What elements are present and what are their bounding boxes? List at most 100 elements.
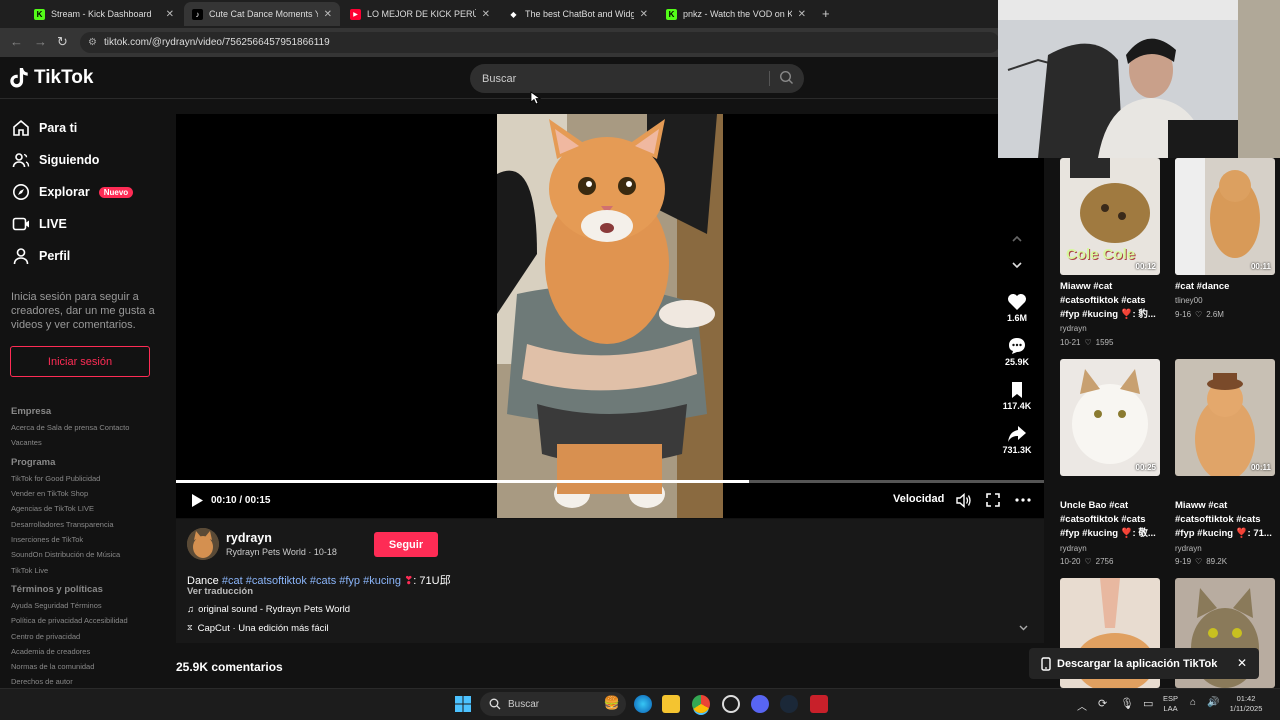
search-highlight-icon: 🍔: [603, 695, 620, 710]
footer-empresa-links[interactable]: Acerca de Sala de prensa Contacto: [11, 423, 129, 432]
thumb-overlay-text: Cole Cole: [1066, 246, 1136, 263]
expand-chevron-icon[interactable]: [1018, 622, 1029, 633]
speed-button[interactable]: Velocidad: [893, 493, 944, 505]
back-icon[interactable]: ←: [10, 34, 23, 49]
comment-action[interactable]: 25.9K: [1000, 337, 1034, 367]
avatar[interactable]: [187, 528, 219, 560]
close-icon[interactable]: ✕: [482, 9, 490, 20]
related-video-title[interactable]: #cat #dance: [1175, 280, 1275, 294]
taskbar-search[interactable]: Buscar 🍔: [480, 692, 626, 716]
video-likes: 89.2K: [1206, 557, 1228, 566]
related-video-author[interactable]: rydrayn: [1060, 544, 1160, 553]
footer-link[interactable]: Política de privacidad Accesibilidad: [11, 616, 128, 625]
follow-button[interactable]: Seguir: [374, 532, 438, 557]
new-tab-button[interactable]: +: [822, 6, 830, 21]
speaker-icon[interactable]: 🔊: [1207, 697, 1219, 708]
search-icon[interactable]: [779, 70, 794, 88]
close-icon[interactable]: ✕: [166, 9, 174, 20]
meet-icon[interactable]: ▭: [1143, 697, 1153, 710]
sidebar-item-para-ti[interactable]: Para ti: [12, 119, 77, 137]
close-icon[interactable]: ✕: [1237, 656, 1247, 670]
chrome-icon[interactable]: [692, 695, 710, 713]
close-icon[interactable]: ✕: [798, 9, 806, 20]
video-frame[interactable]: [497, 114, 723, 518]
download-app-toast[interactable]: Descargar la aplicación TikTok ✕: [1029, 648, 1259, 679]
discord-icon[interactable]: [751, 695, 769, 713]
clock-date: 1/11/2025: [1229, 704, 1263, 713]
speed-label: Velocidad: [893, 493, 945, 505]
close-icon[interactable]: ✕: [324, 9, 332, 20]
close-icon[interactable]: ✕: [640, 9, 648, 20]
share-action[interactable]: 731.3K: [1000, 425, 1034, 455]
footer-link[interactable]: Ayuda Seguridad Términos: [11, 601, 102, 610]
like-action[interactable]: 1.6M: [1000, 293, 1034, 323]
mic-icon[interactable]: 🎙: [1120, 697, 1134, 710]
footer-link[interactable]: TikTok Live: [11, 566, 48, 575]
sidebar-item-siguiendo[interactable]: Siguiendo: [12, 151, 99, 169]
video-progress-bar[interactable]: [176, 480, 1044, 483]
sync-icon[interactable]: ⟳: [1098, 697, 1107, 710]
footer-vacantes-link[interactable]: Vacantes: [11, 438, 42, 447]
steam-icon[interactable]: [780, 695, 798, 713]
search-input[interactable]: Buscar: [470, 64, 804, 93]
username[interactable]: rydrayn: [226, 531, 272, 545]
related-video-title[interactable]: Miaww #cat #catsoftiktok #cats #fyp #kuc…: [1175, 499, 1275, 541]
capcut-link[interactable]: ⧖ CapCut · Una edición más fácil: [187, 623, 329, 634]
footer-link[interactable]: Inserciones de TikTok: [11, 535, 83, 544]
footer-link[interactable]: Desarrolladores Transparencia: [11, 520, 114, 529]
site-info-icon[interactable]: ⚙: [88, 37, 97, 48]
tiktok-logo[interactable]: TikTok: [10, 67, 93, 89]
play-icon[interactable]: [190, 493, 204, 508]
windows-start-icon[interactable]: [455, 696, 471, 712]
footer-link[interactable]: Agencias de TikTok LIVE: [11, 504, 94, 513]
author-subtitle: Rydrayn Pets World · 10-18: [226, 547, 337, 557]
related-video-thumb[interactable]: 00:11: [1175, 359, 1275, 476]
footer-link[interactable]: SoundOn Distribución de Música: [11, 550, 120, 559]
footer-link[interactable]: Vender en TikTok Shop: [11, 489, 88, 498]
footer-link[interactable]: Academia de creadores: [11, 647, 90, 656]
login-button[interactable]: Iniciar sesión: [10, 346, 150, 377]
sidebar-item-perfil[interactable]: Perfil: [12, 247, 70, 265]
related-video-author[interactable]: rydrayn: [1175, 544, 1275, 553]
chevron-up-icon[interactable]: [1011, 233, 1023, 245]
translate-link[interactable]: Ver traducción: [187, 586, 253, 597]
app-icon[interactable]: [810, 695, 828, 713]
sound-link[interactable]: ♫ original sound - Rydrayn Pets World: [187, 604, 350, 615]
edge-icon[interactable]: [634, 695, 652, 713]
footer-link[interactable]: Derechos de autor: [11, 677, 73, 686]
forward-icon[interactable]: →: [34, 34, 47, 49]
network-icon[interactable]: ⌂: [1190, 697, 1196, 708]
clock[interactable]: 01:42 1/11/2025: [1226, 694, 1266, 714]
related-video-author[interactable]: tliney00: [1175, 296, 1275, 305]
tab-kick-dashboard[interactable]: K Stream - Kick Dashboard ✕: [26, 2, 182, 26]
tab-kick-vod[interactable]: K pnkz - Watch the VOD on Kick ✕: [658, 2, 814, 26]
related-video-title[interactable]: Uncle Bao #cat #catsoftiktok #cats #fyp …: [1060, 499, 1160, 541]
language-indicator[interactable]: ESP LAA: [1163, 694, 1178, 714]
sidebar-item-live[interactable]: LIVE: [12, 215, 67, 233]
related-video-thumb[interactable]: Cole Cole 00:12: [1060, 158, 1160, 275]
related-video-thumb[interactable]: 00:25: [1060, 359, 1160, 476]
tray-chevron-icon[interactable]: ︿: [1077, 698, 1087, 713]
fullscreen-icon[interactable]: [986, 493, 1000, 507]
chevron-down-icon[interactable]: [1011, 259, 1023, 271]
url-field[interactable]: ⚙ tiktok.com/@rydrayn/video/756256645795…: [80, 32, 1000, 53]
tab-chatbot[interactable]: ◆ The best ChatBot and Widgets ✕: [500, 2, 656, 26]
reload-icon[interactable]: ↻: [57, 34, 68, 50]
file-explorer-icon[interactable]: [662, 695, 680, 713]
related-video-author[interactable]: rydrayn: [1060, 324, 1160, 333]
video-date: 10-20: [1060, 557, 1081, 566]
save-action[interactable]: 117.4K: [1000, 381, 1034, 411]
footer-link[interactable]: Centro de privacidad: [11, 632, 80, 641]
more-options-icon[interactable]: [1015, 497, 1031, 503]
footer-link[interactable]: Normas de la comunidad: [11, 662, 94, 671]
people-icon: [12, 153, 30, 168]
obs-icon[interactable]: [722, 695, 740, 713]
related-video-thumb[interactable]: 00:11: [1175, 158, 1275, 275]
volume-icon[interactable]: [956, 493, 972, 508]
tab-youtube[interactable]: ▶ LO MEJOR DE KICK PERÚ #29 | ✕: [342, 2, 498, 26]
footer-link[interactable]: TikTok for Good Publicidad: [11, 474, 100, 483]
related-video-title[interactable]: Miaww #cat #catsoftiktok #cats #fyp #kuc…: [1060, 280, 1160, 322]
tab-tiktok[interactable]: ♪ Cute Cat Dance Moments You ✕: [184, 2, 340, 26]
sidebar-item-explorar[interactable]: Explorar Nuevo: [12, 183, 134, 201]
webcam-overlay: [998, 0, 1280, 158]
